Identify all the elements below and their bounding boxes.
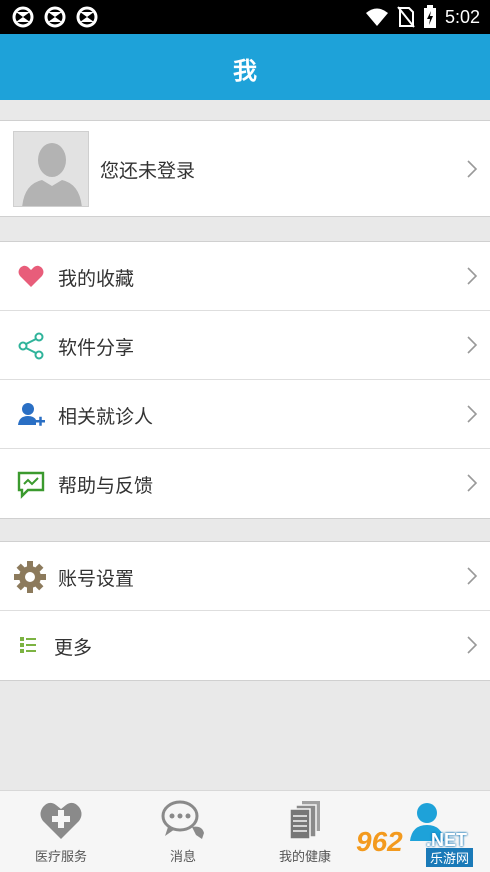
- menu-group-1: 我的收藏 软件分享 相关就诊人 帮助与反馈: [0, 241, 490, 519]
- feedback-icon: [17, 471, 45, 499]
- list-icon: [20, 637, 36, 653]
- nav-label: 医疗服务: [34, 850, 87, 865]
- chat-bubble-icon: [161, 800, 204, 839]
- profile-section: 您还未登录: [0, 120, 490, 217]
- menu-item-more[interactable]: 更多: [0, 611, 490, 680]
- menu-item-feedback[interactable]: 帮助与反馈: [0, 449, 490, 518]
- watermark-number: 962: [356, 826, 403, 857]
- chevron-right-icon: [467, 160, 478, 178]
- login-row[interactable]: 您还未登录: [0, 121, 490, 216]
- page-title: 我: [233, 57, 257, 85]
- chevron-right-icon: [467, 336, 478, 354]
- add-person-icon: [18, 403, 45, 426]
- tab-messages[interactable]: 消息: [122, 791, 244, 872]
- heart-icon: [18, 265, 44, 287]
- medical-heart-icon: [40, 802, 82, 839]
- status-bar: 5:02: [0, 0, 490, 34]
- tab-medical-service[interactable]: 医疗服务: [0, 791, 122, 872]
- sync-icon: [12, 6, 34, 28]
- gear-icon: [14, 561, 46, 593]
- chevron-right-icon: [467, 267, 478, 285]
- chevron-right-icon: [467, 405, 478, 423]
- default-avatar-icon: [13, 131, 89, 207]
- menu-item-patients[interactable]: 相关就诊人: [0, 380, 490, 449]
- status-time: 5:02: [444, 6, 480, 27]
- menu-item-label: 相关就诊人: [58, 406, 154, 428]
- nav-label: 我的健康: [278, 850, 331, 865]
- site-watermark: 962 .NET 乐游网: [350, 824, 486, 868]
- sync-icon: [44, 6, 66, 28]
- tab-my-health[interactable]: 我的健康: [244, 791, 366, 872]
- no-sim-icon: [397, 6, 415, 28]
- menu-item-account-settings[interactable]: 账号设置: [0, 542, 490, 611]
- chevron-right-icon: [467, 567, 478, 585]
- app-header: 我: [0, 34, 490, 100]
- menu-group-2: 账号设置 更多: [0, 541, 490, 681]
- chevron-right-icon: [467, 636, 478, 654]
- sync-icon: [76, 6, 98, 28]
- documents-icon: [289, 801, 320, 840]
- battery-charging-icon: [423, 5, 436, 28]
- share-icon: [18, 332, 44, 360]
- chevron-right-icon: [467, 474, 478, 492]
- wifi-icon: [365, 8, 388, 26]
- menu-item-label: 帮助与反馈: [58, 475, 154, 497]
- menu-item-label: 更多: [54, 637, 93, 659]
- menu-item-favorites[interactable]: 我的收藏: [0, 242, 490, 311]
- watermark-site: 乐游网: [426, 848, 474, 867]
- menu-item-share[interactable]: 软件分享: [0, 311, 490, 380]
- menu-item-label: 账号设置: [58, 568, 135, 590]
- menu-item-label: 我的收藏: [58, 268, 135, 290]
- menu-item-label: 软件分享: [58, 337, 135, 359]
- login-prompt: 您还未登录: [100, 160, 196, 182]
- nav-label: 消息: [169, 850, 196, 865]
